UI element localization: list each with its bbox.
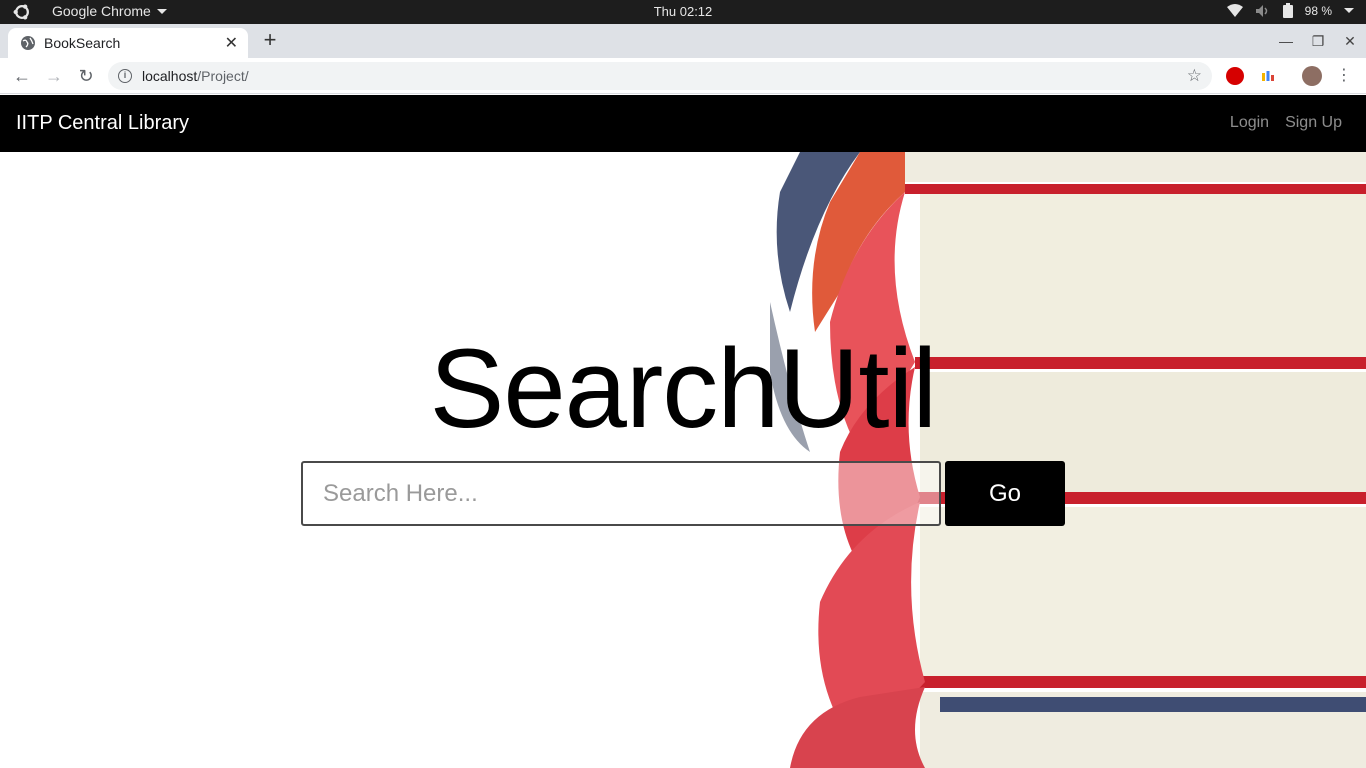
tab-title: BookSearch	[44, 35, 121, 51]
extension-bars-icon[interactable]	[1259, 67, 1277, 85]
restore-icon[interactable]: ❐	[1302, 33, 1334, 50]
books-background-image	[700, 152, 1366, 768]
address-bar[interactable]: i localhost /Project/ ☆	[108, 62, 1212, 90]
close-window-icon[interactable]: ✕	[1334, 33, 1366, 50]
go-button[interactable]: Go	[945, 461, 1065, 526]
url-host: localhost	[142, 68, 198, 84]
back-icon[interactable]: ←	[10, 64, 34, 88]
tab-booksearch[interactable]: BookSearch ✕	[8, 28, 248, 58]
menu-dots-icon[interactable]: ⋮	[1332, 64, 1356, 88]
new-tab-button[interactable]: +	[258, 28, 282, 54]
nav-links: Login Sign Up	[1230, 114, 1342, 132]
extension-icon[interactable]	[1226, 67, 1244, 85]
minimize-icon[interactable]: —	[1270, 33, 1302, 49]
chevron-down-icon	[1344, 8, 1354, 13]
browser-toolbar: ← → ↻ i localhost /Project/ ☆ ⋮	[0, 58, 1366, 94]
search-input[interactable]	[301, 461, 941, 526]
globe-icon	[21, 36, 35, 50]
site-navbar: IITP Central Library Login Sign Up	[0, 95, 1366, 152]
signup-link[interactable]: Sign Up	[1285, 114, 1342, 132]
wifi-icon	[1226, 3, 1243, 17]
info-icon[interactable]: i	[118, 69, 132, 83]
volume-icon	[1255, 4, 1267, 17]
battery-icon	[1282, 3, 1293, 18]
login-link[interactable]: Login	[1230, 114, 1269, 132]
reload-icon[interactable]: ↻	[74, 64, 98, 88]
battery-percent: 98 %	[1304, 3, 1332, 18]
site-brand[interactable]: IITP Central Library	[16, 112, 189, 135]
url-path: /Project/	[197, 68, 249, 84]
avatar[interactable]	[1302, 66, 1322, 86]
window-controls: — ❐ ✕	[1270, 24, 1366, 58]
close-icon[interactable]: ✕	[225, 33, 238, 53]
hero-title: SearchUtil	[429, 326, 938, 451]
clock[interactable]: Thu 02:12	[0, 4, 1366, 19]
os-top-bar: Google Chrome Thu 02:12 98 %	[0, 0, 1366, 24]
tab-strip: BookSearch ✕ + — ❐ ✕	[0, 24, 1366, 58]
system-tray[interactable]: 98 %	[1226, 3, 1354, 18]
bookmark-star-icon[interactable]: ☆	[1187, 66, 1202, 86]
forward-icon[interactable]: →	[42, 64, 66, 88]
hero-section: SearchUtil Go	[0, 152, 1366, 768]
